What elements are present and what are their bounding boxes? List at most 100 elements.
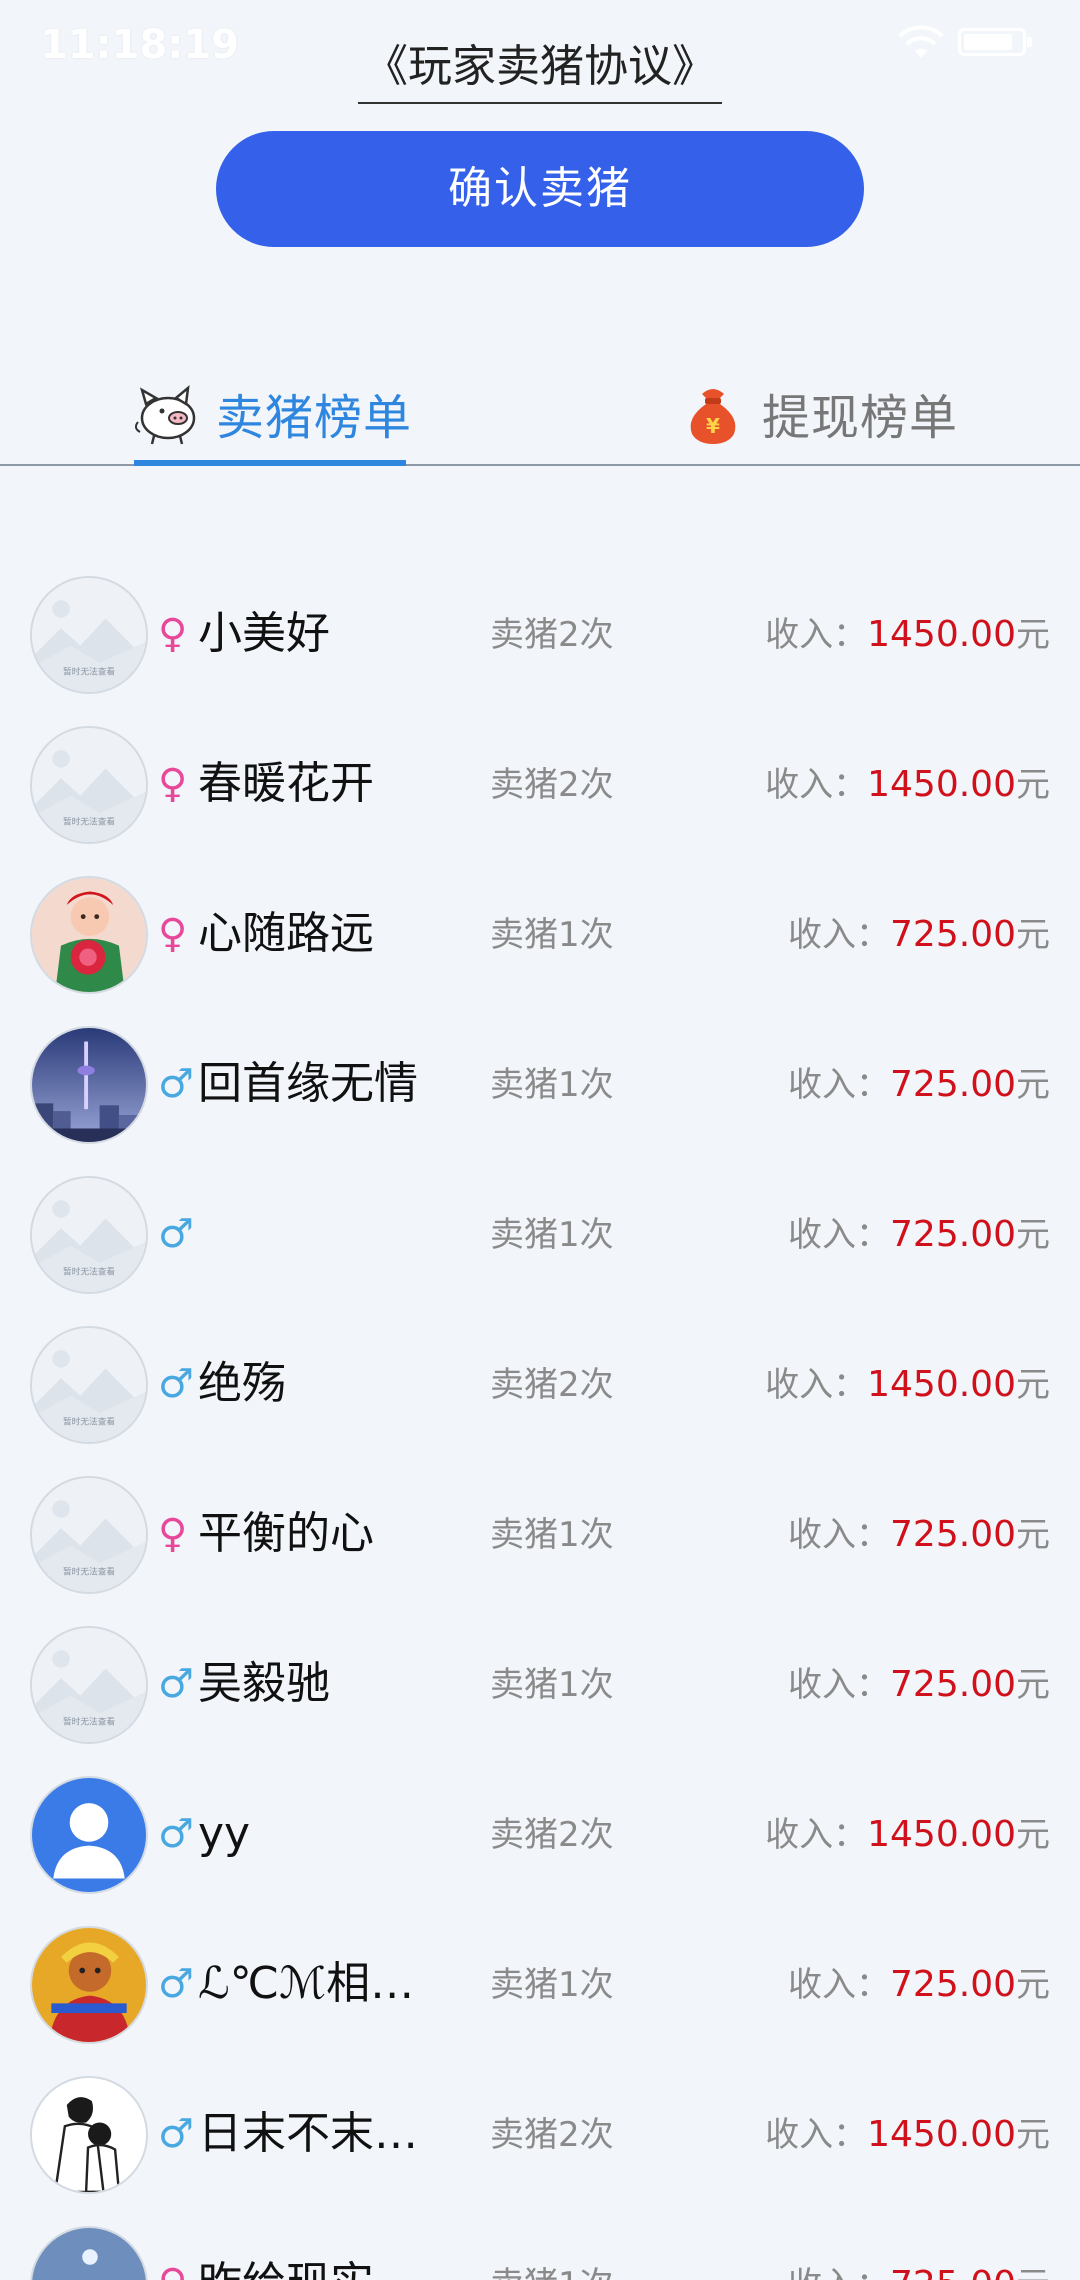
tab-withdraw-ranking[interactable]: ¥ 提现榜单 bbox=[678, 360, 958, 466]
list-item[interactable]: ♂ 日末不末… 卖猪2次 收入：1450.00元 bbox=[0, 2076, 1080, 2226]
currency-unit: 元 bbox=[1016, 2115, 1050, 2155]
avatar[interactable]: 暂时无法查看 bbox=[30, 1326, 148, 1444]
list-item[interactable]: 暂时无法查看 ♂ 卖猪1次 收入：725.00元 bbox=[0, 1176, 1080, 1326]
avatar-placeholder-caption: 暂时无法查看 bbox=[63, 666, 115, 678]
currency-unit: 元 bbox=[1016, 1665, 1050, 1705]
avatar-placeholder-image: 暂时无法查看 bbox=[32, 578, 146, 692]
avatar-placeholder-caption: 暂时无法查看 bbox=[63, 1566, 115, 1578]
list-item[interactable]: ♂ ℒ℃ℳ相… 卖猪1次 收入：725.00元 bbox=[0, 1926, 1080, 2076]
avatar-sketch-couple-photo bbox=[32, 2078, 146, 2192]
sell-count: 卖猪1次 bbox=[490, 1965, 614, 2005]
currency-unit: 元 bbox=[1016, 1065, 1050, 1105]
income-amount: 725.00 bbox=[890, 1964, 1016, 2005]
avatar[interactable] bbox=[30, 1926, 148, 2044]
avatar-placeholder-image: 暂时无法查看 bbox=[32, 1328, 146, 1442]
agreement-link-row: 《玩家卖猪协议》 bbox=[0, 30, 1080, 104]
avatar-placeholder-caption: 暂时无法查看 bbox=[63, 1716, 115, 1728]
sell-count: 卖猪2次 bbox=[490, 615, 614, 655]
nickname: 小美好 bbox=[198, 608, 330, 659]
female-icon: ♀ bbox=[158, 761, 188, 807]
income-label: 收入： bbox=[788, 1065, 891, 1105]
income-label: 收入： bbox=[788, 1215, 891, 1255]
list-item[interactable]: ♀ 心随路远 卖猪1次 收入：725.00元 bbox=[0, 876, 1080, 1026]
avatar-placeholder-image: 暂时无法查看 bbox=[32, 1628, 146, 1742]
nickname: 回首缘无情 bbox=[198, 1058, 418, 1109]
income-amount: 725.00 bbox=[890, 914, 1016, 955]
income: 收入：725.00元 bbox=[788, 1208, 1050, 1262]
sell-count: 卖猪1次 bbox=[490, 1065, 614, 1105]
income-amount: 725.00 bbox=[890, 1214, 1016, 1255]
income-label: 收入： bbox=[765, 615, 868, 655]
income: 收入：1450.00元 bbox=[765, 758, 1050, 812]
income: 收入：725.00元 bbox=[788, 1508, 1050, 1562]
avatar[interactable] bbox=[30, 2076, 148, 2194]
income-label: 收入： bbox=[765, 1365, 868, 1405]
list-item[interactable]: 暂时无法查看 ♂ 吴毅驰 卖猪1次 收入：725.00元 bbox=[0, 1626, 1080, 1776]
currency-unit: 元 bbox=[1016, 2265, 1050, 2280]
income-amount: 1450.00 bbox=[867, 764, 1016, 805]
income-label: 收入： bbox=[765, 1815, 868, 1855]
tab-sell-ranking[interactable]: 卖猪榜单 bbox=[132, 360, 412, 466]
male-icon: ♂ bbox=[158, 1061, 194, 1107]
list-item[interactable]: 暂时无法查看 ♀ 小美好 卖猪2次 收入：1450.00元 bbox=[0, 576, 1080, 726]
avatar-placeholder-caption: 暂时无法查看 bbox=[63, 1416, 115, 1428]
agreement-link[interactable]: 《玩家卖猪协议》 bbox=[358, 30, 722, 104]
list-item[interactable]: ♂ 回首缘无情 卖猪1次 收入：725.00元 bbox=[0, 1026, 1080, 1176]
male-icon: ♂ bbox=[158, 1961, 194, 2007]
income-label: 收入： bbox=[788, 915, 891, 955]
avatar-default-person bbox=[32, 1778, 146, 1892]
nickname: ℒ℃ℳ相… bbox=[198, 1958, 415, 2009]
income: 收入：725.00元 bbox=[788, 2258, 1050, 2280]
list-item[interactable]: 暂时无法查看 ♂ 绝殇 卖猪2次 收入：1450.00元 bbox=[0, 1326, 1080, 1476]
currency-unit: 元 bbox=[1016, 1215, 1050, 1255]
avatar-cartoon-warrior-photo bbox=[32, 1928, 146, 2042]
avatar[interactable]: 暂时无法查看 bbox=[30, 1176, 148, 1294]
avatar[interactable]: 暂时无法查看 bbox=[30, 1476, 148, 1594]
nickname: 平衡的心 bbox=[198, 1508, 374, 1559]
svg-text:¥: ¥ bbox=[706, 414, 720, 438]
list-item[interactable]: ♀ 昨给现实 卖猪1次 收入：725.00元 bbox=[0, 2226, 1080, 2280]
currency-unit: 元 bbox=[1016, 1965, 1050, 2005]
income-label: 收入： bbox=[788, 1665, 891, 1705]
female-icon: ♀ bbox=[158, 611, 188, 657]
income: 收入：1450.00元 bbox=[765, 1358, 1050, 1412]
avatar[interactable]: 暂时无法查看 bbox=[30, 726, 148, 844]
avatar-baby-photo bbox=[32, 878, 146, 992]
income: 收入：725.00元 bbox=[788, 1058, 1050, 1112]
avatar[interactable]: 暂时无法查看 bbox=[30, 1626, 148, 1744]
income-amount: 1450.00 bbox=[867, 2114, 1016, 2155]
income-amount: 1450.00 bbox=[867, 614, 1016, 655]
avatar[interactable] bbox=[30, 2226, 148, 2280]
avatar-night-sky-photo bbox=[32, 2228, 146, 2280]
income: 收入：725.00元 bbox=[788, 1958, 1050, 2012]
sell-count: 卖猪2次 bbox=[490, 765, 614, 805]
currency-unit: 元 bbox=[1016, 615, 1050, 655]
income-amount: 725.00 bbox=[890, 1514, 1016, 1555]
tab-withdraw-ranking-label: 提现榜单 bbox=[762, 390, 959, 446]
avatar[interactable] bbox=[30, 876, 148, 994]
currency-unit: 元 bbox=[1016, 1515, 1050, 1555]
nickname: 绝殇 bbox=[198, 1358, 286, 1409]
nickname: 心随路远 bbox=[198, 908, 374, 959]
male-icon: ♂ bbox=[158, 1361, 194, 1407]
list-item[interactable]: 暂时无法查看 ♀ 平衡的心 卖猪1次 收入：725.00元 bbox=[0, 1476, 1080, 1626]
income-amount: 725.00 bbox=[890, 1664, 1016, 1705]
list-item[interactable]: ♂ yy 卖猪2次 收入：1450.00元 bbox=[0, 1776, 1080, 1926]
income: 收入：1450.00元 bbox=[765, 608, 1050, 662]
app-screen: 11:18:19 《玩家卖猪协议》 确认卖猪 卖猪榜单 ¥ 提现榜单 暂时无法查… bbox=[0, 0, 1080, 2280]
confirm-sell-button[interactable]: 确认卖猪 bbox=[216, 131, 864, 247]
sell-count: 卖猪1次 bbox=[490, 1515, 614, 1555]
income: 收入：725.00元 bbox=[788, 908, 1050, 962]
sell-count: 卖猪2次 bbox=[490, 1815, 614, 1855]
avatar[interactable] bbox=[30, 1026, 148, 1144]
list-item[interactable]: 暂时无法查看 ♀ 春暖花开 卖猪2次 收入：1450.00元 bbox=[0, 726, 1080, 876]
nickname: 昨给现实 bbox=[198, 2254, 438, 2280]
income-amount: 1450.00 bbox=[867, 1364, 1016, 1405]
avatar-placeholder-caption: 暂时无法查看 bbox=[63, 1266, 115, 1278]
sell-count: 卖猪1次 bbox=[490, 2260, 614, 2280]
avatar[interactable] bbox=[30, 1776, 148, 1894]
nickname: 吴毅驰 bbox=[198, 1658, 330, 1709]
income-amount: 725.00 bbox=[890, 2264, 1016, 2280]
tab-sell-ranking-label: 卖猪榜单 bbox=[216, 390, 413, 446]
avatar[interactable]: 暂时无法查看 bbox=[30, 576, 148, 694]
